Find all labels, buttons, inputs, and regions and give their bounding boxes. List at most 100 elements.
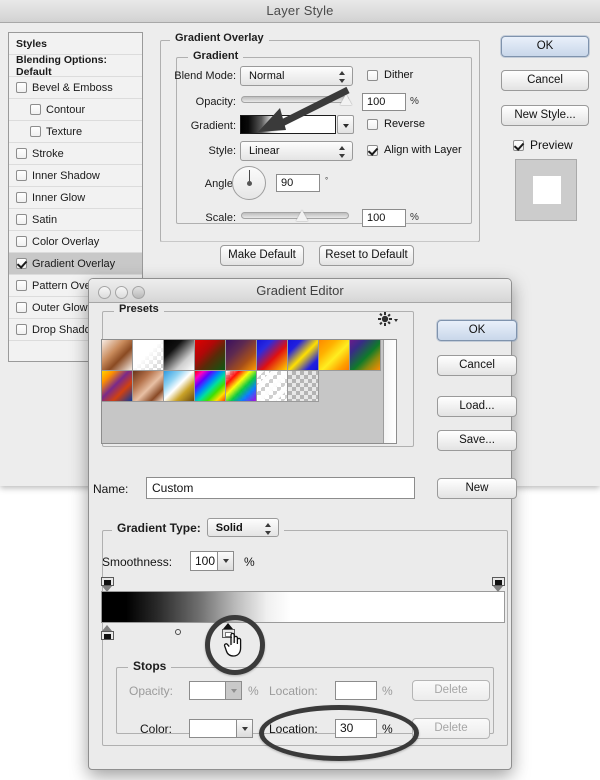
stop-color-swatch[interactable] xyxy=(189,719,237,738)
gradient-type-label: Gradient Type: xyxy=(117,521,201,535)
preset-swatch-red-green[interactable] xyxy=(195,340,226,371)
checkbox-dither[interactable] xyxy=(367,70,378,81)
smoothness-dropdown[interactable] xyxy=(218,551,234,571)
layer-style-cancel-button[interactable]: Cancel xyxy=(501,70,589,91)
presets-scrollbar[interactable] xyxy=(383,340,396,443)
gradient-editor-cancel-button[interactable]: Cancel xyxy=(437,355,517,376)
new-button[interactable]: New xyxy=(437,478,517,499)
opacity-label: Opacity: xyxy=(166,96,236,108)
gradient-preview-swatch[interactable] xyxy=(240,115,336,134)
align-with-layer-row[interactable]: Align with Layer xyxy=(367,144,462,156)
opacity-slider-track[interactable] xyxy=(241,96,349,103)
angle-dial[interactable] xyxy=(232,166,266,200)
stop-color-dropdown[interactable] xyxy=(237,719,253,738)
checkbox-contour[interactable] xyxy=(30,104,41,115)
checkbox-reverse[interactable] xyxy=(367,119,378,130)
gradient-editor-ok-button[interactable]: OK xyxy=(437,320,517,341)
opacity-stop-right[interactable] xyxy=(492,577,505,592)
stop-opacity-dropdown[interactable] xyxy=(226,681,242,700)
gradient-bar[interactable] xyxy=(101,591,505,623)
reset-to-default-button[interactable]: Reset to Default xyxy=(319,245,414,266)
presets-swatch-well[interactable] xyxy=(101,339,397,444)
preset-swatch-blue-yellow-blue[interactable] xyxy=(288,340,319,371)
color-location-field[interactable]: 30 xyxy=(335,719,377,738)
opacity-delete-button[interactable]: Delete xyxy=(412,680,490,701)
checkbox-outer-glow[interactable] xyxy=(16,302,27,313)
preset-swatch-black-white[interactable] xyxy=(164,340,195,371)
preset-swatch-foreground-to-transparent[interactable] xyxy=(133,340,164,371)
dither-row[interactable]: Dither xyxy=(367,69,413,81)
checkbox-align-with-layer[interactable] xyxy=(367,145,378,156)
gradient-picker-dropdown[interactable] xyxy=(337,115,354,134)
checkbox-stroke[interactable] xyxy=(16,148,27,159)
blending-options-label: Blending Options: Default xyxy=(16,54,142,78)
preset-swatch-foreground-to-background[interactable] xyxy=(102,340,133,371)
styles-list-header[interactable]: Styles xyxy=(9,33,142,55)
scale-slider-track[interactable] xyxy=(241,212,349,219)
gear-icon[interactable] xyxy=(377,311,399,327)
style-row-gradient-overlay[interactable]: Gradient Overlay xyxy=(9,253,142,275)
load-button[interactable]: Load... xyxy=(437,396,517,417)
style-select[interactable]: Linear xyxy=(240,141,353,161)
preset-swatch-blue-red-yellow[interactable] xyxy=(257,340,288,371)
preset-swatch-chrome[interactable] xyxy=(164,371,195,402)
checkbox-texture[interactable] xyxy=(30,126,41,137)
color-stop-black[interactable] xyxy=(101,625,114,640)
preview-row[interactable]: Preview xyxy=(513,138,573,152)
preset-swatch-yellow-violet-orange-blue[interactable] xyxy=(102,371,133,402)
style-row-texture[interactable]: Texture xyxy=(9,121,142,143)
color-delete-button[interactable]: Delete xyxy=(412,718,490,739)
checkbox-gradient-overlay[interactable] xyxy=(16,258,27,269)
color-location-unit: % xyxy=(382,722,393,736)
blend-mode-select[interactable]: Normal xyxy=(240,66,353,86)
save-button[interactable]: Save... xyxy=(437,430,517,451)
angle-value-field[interactable]: 90 xyxy=(276,174,320,192)
preset-swatch-checkerboard[interactable] xyxy=(288,371,319,402)
style-row-inner-glow[interactable]: Inner Glow xyxy=(9,187,142,209)
style-row-satin[interactable]: Satin xyxy=(9,209,142,231)
opacity-stop-left[interactable] xyxy=(101,577,114,592)
checkbox-drop-shadow[interactable] xyxy=(16,324,27,335)
layer-style-ok-button[interactable]: OK xyxy=(501,36,589,57)
preset-swatch-transparent-stripes[interactable] xyxy=(257,371,288,402)
style-row-color-overlay[interactable]: Color Overlay xyxy=(9,231,142,253)
style-label-inner-shadow: Inner Shadow xyxy=(32,170,100,182)
gradient-name-input[interactable]: Custom xyxy=(146,477,415,499)
preset-swatch-violet-green-orange[interactable] xyxy=(350,340,381,371)
preset-swatch-transparent-rainbow[interactable] xyxy=(226,371,257,402)
style-row-inner-shadow[interactable]: Inner Shadow xyxy=(9,165,142,187)
opacity-location-value xyxy=(336,683,340,697)
blending-options-row[interactable]: Blending Options: Default xyxy=(9,55,142,77)
opacity-stop-right-house xyxy=(492,577,505,586)
preset-swatch-orange-yellow-orange[interactable] xyxy=(319,340,350,371)
opacity-slider-knob[interactable] xyxy=(340,94,353,105)
preset-swatch-spectrum[interactable] xyxy=(195,371,226,402)
scale-slider-knob[interactable] xyxy=(296,210,309,221)
checkbox-inner-glow[interactable] xyxy=(16,192,27,203)
checkbox-preview[interactable] xyxy=(513,140,524,151)
style-row-stroke[interactable]: Stroke xyxy=(9,143,142,165)
stops-group-title: Stops xyxy=(128,659,171,673)
scale-value-field[interactable]: 100 xyxy=(362,209,406,227)
preset-swatch-violet-orange[interactable] xyxy=(226,340,257,371)
style-row-contour[interactable]: Contour xyxy=(9,99,142,121)
make-default-button[interactable]: Make Default xyxy=(220,245,304,266)
opacity-location-field[interactable] xyxy=(335,681,377,700)
new-style-button[interactable]: New Style... xyxy=(501,105,589,126)
opacity-value-field[interactable]: 100 xyxy=(362,93,406,111)
checkbox-inner-shadow[interactable] xyxy=(16,170,27,181)
gradient-type-select[interactable]: Solid xyxy=(207,518,279,537)
style-row-bevel-emboss[interactable]: Bevel & Emboss xyxy=(9,77,142,99)
checkbox-pattern-overlay[interactable] xyxy=(16,280,27,291)
color-stop-white-selected[interactable] xyxy=(222,623,235,638)
stop-opacity-field[interactable] xyxy=(189,681,226,700)
smoothness-value-field[interactable]: 100 xyxy=(190,551,218,571)
checkbox-color-overlay[interactable] xyxy=(16,236,27,247)
reverse-row[interactable]: Reverse xyxy=(367,118,425,130)
checkbox-satin[interactable] xyxy=(16,214,27,225)
checkbox-bevel-emboss[interactable] xyxy=(16,82,27,93)
color-midpoint-marker[interactable] xyxy=(175,629,181,635)
smoothness-value: 100 xyxy=(195,554,215,568)
blend-mode-value: Normal xyxy=(249,70,284,82)
preset-swatch-copper[interactable] xyxy=(133,371,164,402)
